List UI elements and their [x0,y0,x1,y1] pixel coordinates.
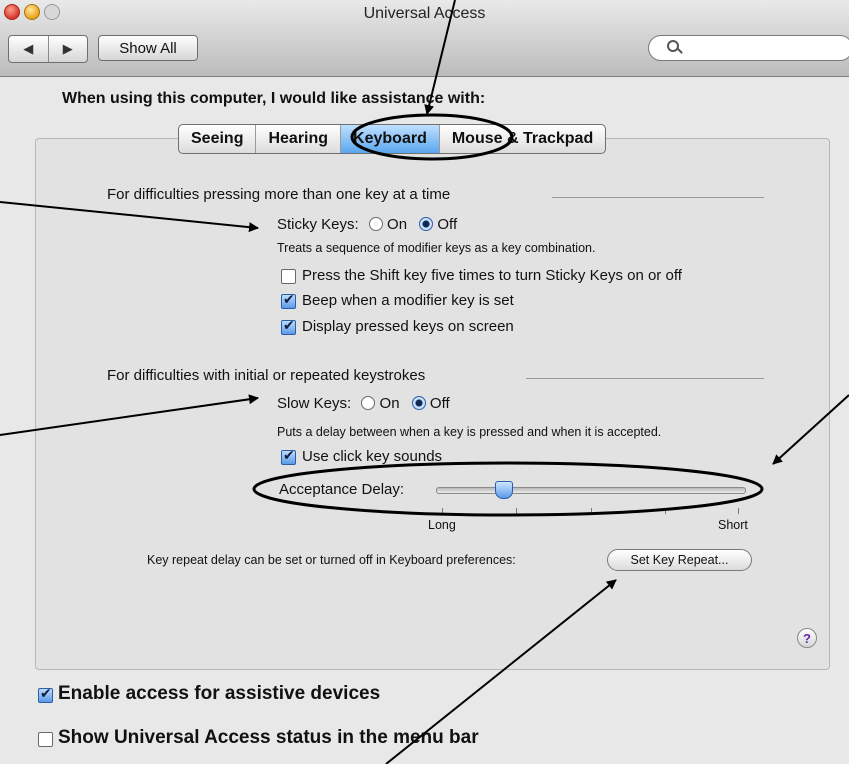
slow-off-label: Off [429,395,450,412]
slow-off-radio[interactable] [411,396,426,410]
display-keys-checkbox[interactable] [281,318,296,335]
sticky-on-radio[interactable] [368,217,383,231]
acceptance-delay-slider[interactable] [436,481,746,499]
click-sounds-checkbox[interactable] [281,448,296,465]
sticky-description: Treats a sequence of modifier keys as a … [277,241,596,255]
beep-modifier-label: Beep when a modifier key is set [302,292,514,309]
slow-on-label: On [379,395,400,412]
slider-tick [738,508,739,514]
window-title: Universal Access [363,5,486,22]
slider-short-label: Short [718,518,748,532]
sticky-keys-label: Sticky Keys: [277,216,359,233]
sticky-off-radio[interactable] [419,217,434,231]
slider-thumb[interactable] [495,481,514,499]
slider-tick [516,508,517,514]
tab-mouse-trackpad[interactable]: Mouse & Trackpad [440,125,605,153]
tab-bar: Seeing Hearing Keyboard Mouse & Trackpad [178,124,607,154]
show-status-label: Show Universal Access status in the menu… [58,727,479,748]
slider-tick [442,508,443,514]
assistive-devices-checkbox[interactable] [38,686,53,703]
search-icon [667,40,679,52]
slider-long-label: Long [428,518,456,532]
slider-tick [665,508,666,514]
tab-seeing[interactable]: Seeing [179,125,257,153]
slow-keys-row: Slow Keys: On Off [277,395,450,412]
slow-on-radio[interactable] [361,396,376,410]
sticky-keys-row: Sticky Keys: On Off [277,216,457,233]
preferences-window: Universal Access ◀ ▶ Show All When using… [0,0,849,764]
sticky-group-label: For difficulties pressing more than one … [107,186,451,203]
nav-buttons: ◀ ▶ [8,35,88,63]
sticky-group-divider [552,197,764,198]
tab-hearing[interactable]: Hearing [256,125,342,153]
forward-arrow-icon[interactable]: ▶ [49,36,88,62]
slider-tick [591,508,592,514]
set-key-repeat-button[interactable]: Set Key Repeat... [607,549,752,571]
slow-keys-label: Slow Keys: [277,395,352,412]
show-all-button[interactable]: Show All [98,35,198,61]
shift-five-times-checkbox[interactable] [281,269,296,284]
slow-group-divider [526,378,764,379]
sticky-off-label: Off [437,216,458,233]
tab-keyboard[interactable]: Keyboard [341,125,440,153]
beep-modifier-checkbox[interactable] [281,292,296,309]
key-repeat-note: Key repeat delay can be set or turned of… [147,553,516,567]
back-arrow-icon[interactable]: ◀ [9,36,49,62]
help-icon[interactable]: ? [797,628,817,648]
sticky-on-label: On [387,216,408,233]
title-bar: Universal Access ◀ ▶ Show All [0,0,849,77]
page-heading: When using this computer, I would like a… [62,90,486,107]
acceptance-delay-label: Acceptance Delay: [279,481,405,498]
display-keys-label: Display pressed keys on screen [302,318,514,335]
search-field[interactable] [648,35,849,61]
click-sounds-label: Use click key sounds [302,448,443,465]
slow-group-label: For difficulties with initial or repeate… [107,367,426,384]
show-status-checkbox[interactable] [38,732,53,747]
shift-five-times-label: Press the Shift key five times to turn S… [302,267,682,284]
assistive-devices-label: Enable access for assistive devices [58,683,381,704]
slow-description: Puts a delay between when a key is press… [277,425,662,439]
